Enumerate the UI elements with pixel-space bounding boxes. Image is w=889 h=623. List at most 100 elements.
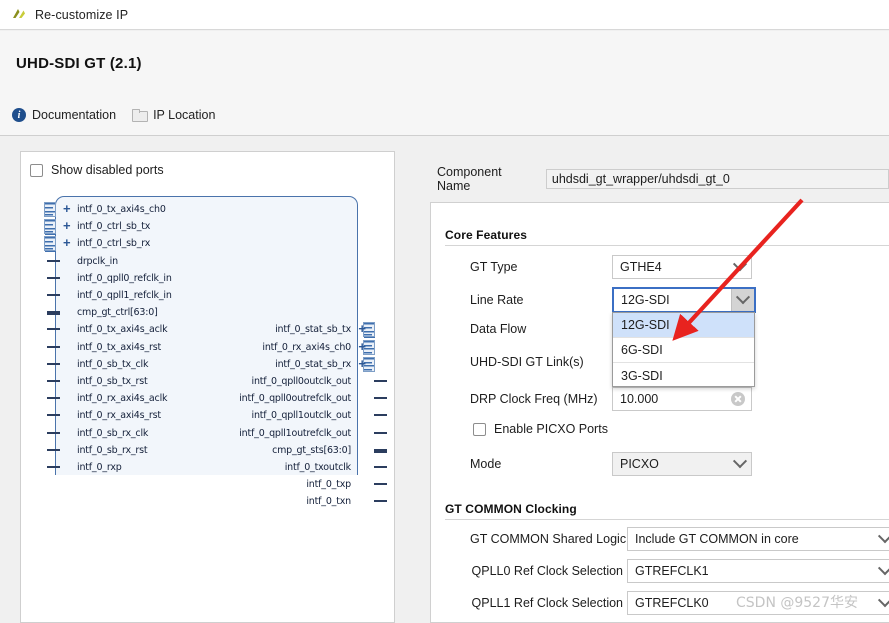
shared-logic-value: Include GT COMMON in core	[635, 532, 799, 546]
port-label-left: intf_0_rx_axi4s_rst	[77, 410, 161, 422]
bus-connector-icon[interactable]	[44, 236, 56, 252]
mode-combobox[interactable]: PICXO	[612, 452, 752, 476]
header-links: i Documentation IP Location	[12, 108, 215, 122]
port-label-left: intf_0_qpll1_refclk_in	[77, 290, 172, 301]
port-pin	[47, 328, 60, 331]
core-features-section-title: Core Features	[445, 228, 527, 242]
bus-connector-icon[interactable]	[44, 219, 56, 235]
port-label-left: drpclk_in	[77, 255, 118, 267]
window-title-bar: Re-customize IP	[0, 0, 889, 30]
show-disabled-ports-row[interactable]: Show disabled ports	[30, 163, 394, 177]
port-label-right: intf_0_stat_sb_rx	[275, 358, 351, 370]
drp-clock-freq-row: DRP Clock Freq (MHz) 10.000	[470, 387, 752, 411]
gt-type-row: GT Type GTHE4	[470, 255, 752, 279]
shared-logic-row: GT COMMON Shared Logic Include GT COMMON…	[470, 527, 889, 551]
port-label-left: cmp_gt_ctrl[63:0]	[77, 307, 158, 319]
folder-icon	[132, 109, 149, 122]
chevron-down-icon[interactable]	[729, 453, 751, 475]
line-rate-row: Line Rate 12G-SDI	[470, 287, 756, 313]
line-rate-label: Line Rate	[470, 293, 524, 307]
port-pin	[47, 294, 60, 296]
expand-bus-icon[interactable]: +	[63, 236, 71, 249]
mode-label: Mode	[470, 457, 502, 471]
enable-picxo-checkbox[interactable]	[473, 422, 486, 436]
chevron-down-icon[interactable]	[729, 256, 751, 278]
port-pin	[374, 414, 387, 417]
drp-clock-freq-input[interactable]: 10.000	[612, 387, 752, 411]
port-pin	[47, 380, 60, 382]
window-title-label: Re-customize IP	[35, 7, 129, 22]
shared-logic-combobox[interactable]: Include GT COMMON in core	[627, 527, 889, 551]
gt-type-value: GTHE4	[620, 260, 662, 274]
expand-bus-icon[interactable]: +	[63, 219, 71, 232]
qpll0-ref-combobox[interactable]: GTREFCLK1	[627, 559, 889, 583]
chevron-down-icon[interactable]	[731, 289, 754, 311]
port-label-left: intf_0_rxp	[77, 462, 122, 473]
port-pin	[47, 259, 60, 262]
bus-connector-icon[interactable]	[44, 202, 56, 217]
expand-bus-icon[interactable]: +	[63, 202, 71, 215]
ip-location-link[interactable]: IP Location	[132, 108, 215, 122]
ip-location-link-label: IP Location	[153, 108, 216, 122]
mode-row: Mode PICXO	[470, 452, 752, 476]
expand-bus-icon[interactable]: +	[358, 322, 366, 335]
port-label-left: intf_0_tx_axi4s_aclk	[77, 324, 168, 336]
port-pin	[374, 483, 387, 486]
chevron-down-icon[interactable]	[874, 560, 889, 582]
qpll0-ref-label: QPLL0 Ref Clock Selection	[471, 564, 623, 578]
port-label-left: intf_0_ctrl_sb_rx	[77, 238, 151, 250]
gt-links-label: UHD-SDI GT Link(s)	[470, 355, 584, 369]
port-label-left: intf_0_ctrl_sb_tx	[77, 221, 151, 233]
gt-links-row: UHD-SDI GT Link(s)	[470, 355, 612, 369]
port-pin	[47, 397, 60, 400]
show-disabled-ports-label: Show disabled ports	[51, 163, 164, 177]
show-disabled-ports-checkbox[interactable]	[30, 163, 43, 177]
port-label-left: intf_0_tx_axi4s_rst	[77, 341, 161, 353]
dropdown-option-12g-sdi[interactable]: 12G-SDI	[613, 313, 754, 338]
qpll0-ref-row: QPLL0 Ref Clock Selection GTREFCLK1	[470, 559, 889, 583]
qpll1-ref-label: QPLL1 Ref Clock Selection	[471, 596, 623, 610]
drp-clock-freq-label: DRP Clock Freq (MHz)	[470, 392, 598, 406]
port-label-right: intf_0_qpll0outrefclk_out	[239, 393, 351, 405]
port-label-left: intf_0_tx_axi4s_ch0	[77, 204, 166, 215]
port-label-right: intf_0_qpll0outclk_out	[251, 376, 352, 387]
port-pin	[47, 345, 60, 348]
port-pin	[47, 276, 60, 279]
drp-clock-freq-value: 10.000	[620, 392, 659, 406]
data-flow-row: Data Flow	[470, 322, 612, 336]
port-pin	[374, 466, 387, 468]
re-customize-ip-window: Re-customize IP UHD-SDI GT (2.1) i Docum…	[0, 0, 889, 623]
port-label-left: intf_0_rx_axi4s_aclk	[77, 393, 168, 405]
gt-common-clocking-section-title: GT COMMON Clocking	[445, 502, 577, 516]
port-label-left: intf_0_qpll0_refclk_in	[77, 272, 172, 284]
shared-logic-label: GT COMMON Shared Logic	[470, 532, 627, 546]
chevron-down-icon[interactable]	[874, 592, 889, 614]
info-icon: i	[12, 108, 26, 122]
port-pin	[47, 431, 60, 434]
mode-value: PICXO	[620, 457, 659, 471]
port-label-right: intf_0_txn	[306, 496, 351, 508]
expand-bus-icon[interactable]: +	[358, 357, 366, 370]
line-rate-dropdown-popup[interactable]: 12G-SDI 6G-SDI 3G-SDI	[612, 312, 755, 387]
port-label-right: intf_0_txp	[306, 479, 351, 491]
dropdown-option-3g-sdi[interactable]: 3G-SDI	[613, 363, 754, 388]
expand-bus-icon[interactable]: +	[358, 340, 366, 353]
dropdown-option-6g-sdi[interactable]: 6G-SDI	[613, 338, 754, 363]
clear-icon[interactable]	[731, 392, 745, 406]
port-pin	[374, 448, 387, 453]
enable-picxo-row[interactable]: Enable PICXO Ports	[473, 422, 608, 436]
port-label-right: intf_0_rx_axi4s_ch0	[262, 341, 351, 353]
port-pin	[47, 362, 60, 365]
qpll0-ref-value: GTREFCLK1	[635, 564, 709, 578]
port-pin	[47, 414, 60, 417]
watermark-text: CSDN @9527华安	[736, 595, 858, 611]
gt-type-combobox[interactable]: GTHE4	[612, 255, 752, 279]
port-pin	[374, 397, 387, 400]
port-pin	[374, 431, 387, 434]
data-flow-label: Data Flow	[470, 322, 527, 336]
documentation-link[interactable]: i Documentation	[12, 108, 116, 122]
component-name-input[interactable]: uhdsdi_gt_wrapper/uhdsdi_gt_0	[545, 169, 889, 189]
chevron-down-icon[interactable]	[874, 528, 889, 550]
xilinx-vivado-logo-icon	[10, 6, 28, 24]
line-rate-combobox[interactable]: 12G-SDI	[612, 287, 756, 313]
